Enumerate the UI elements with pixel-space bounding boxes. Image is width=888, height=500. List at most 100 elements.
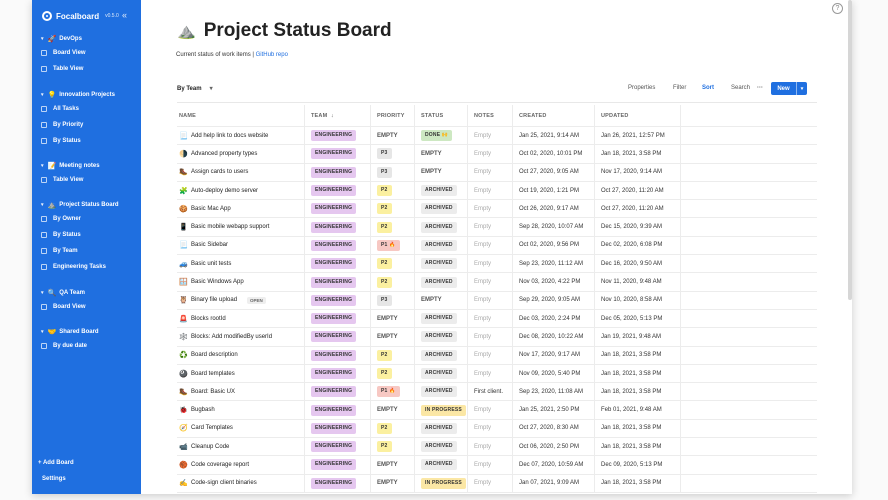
table-row[interactable]: 🧩 Auto-deploy demo server ENGINEERING P2 ARC…	[177, 181, 817, 201]
cell-status[interactable]: ARCHIVED	[415, 181, 468, 200]
table-row[interactable]: 📱 Basic mobile webapp support ENGINEERING P…	[177, 218, 817, 237]
cell-team[interactable]: ENGINEERING	[305, 383, 371, 401]
chevron-down-icon[interactable]: ▾	[41, 290, 44, 296]
cell-team[interactable]: ENGINEERING	[305, 127, 371, 145]
header-priority[interactable]: PRIORITY	[371, 105, 415, 126]
cell-status[interactable]: ARCHIVED	[415, 456, 468, 474]
sidebar-view-item[interactable]: Table View	[32, 61, 141, 77]
table-row[interactable]: 🕸️ Blocks: Add modifiedBy userId ENGINEERI…	[177, 328, 817, 347]
chevron-down-icon[interactable]: ▾	[41, 329, 44, 335]
cell-status[interactable]: ARCHIVED	[415, 328, 468, 346]
cell-notes[interactable]: Empty	[468, 291, 513, 309]
cell-status[interactable]: ARCHIVED	[415, 419, 468, 438]
header-status[interactable]: STATUS	[415, 105, 468, 126]
cell-status[interactable]: ARCHIVED	[415, 438, 468, 456]
cell-notes[interactable]: Empty	[468, 255, 513, 273]
cell-notes[interactable]: Empty	[468, 419, 513, 438]
cell-name[interactable]: 📃 Basic Sidebar	[177, 236, 305, 255]
cell-priority[interactable]: P2	[371, 255, 415, 273]
table-row[interactable]: ✍️ Code-sign client binaries ENGINEERING EM…	[177, 474, 817, 493]
cell-name[interactable]: 🦉 Binary file upload OPEN	[177, 291, 305, 309]
sidebar-board-title[interactable]: ▾ ⛰️ Project Status Board	[32, 199, 141, 211]
cell-priority[interactable]: P2	[371, 200, 415, 218]
github-repo-link[interactable]: GitHub repo	[256, 52, 288, 58]
chevron-down-icon[interactable]: ▾	[41, 163, 44, 169]
scrollbar[interactable]	[848, 0, 852, 300]
cell-team[interactable]: ENGINEERING	[305, 291, 371, 309]
cell-name[interactable]: 📃 Add help link to docs website	[177, 127, 305, 145]
sidebar-view-item[interactable]: By Status	[32, 133, 141, 149]
cell-team[interactable]: ENGINEERING	[305, 438, 371, 456]
sidebar-view-item[interactable]: By Priority	[32, 117, 141, 133]
cell-name[interactable]: 🏀 Code coverage report	[177, 456, 305, 474]
filter-button[interactable]: Filter	[673, 85, 686, 91]
cell-notes[interactable]: Empty	[468, 309, 513, 328]
board-description[interactable]: Current status of work items | GitHub re…	[176, 52, 288, 58]
cell-notes[interactable]: Empty	[468, 346, 513, 364]
table-row[interactable]: 🧭 Card Templates ENGINEERING P2 ARCHIVED Empt…	[177, 419, 817, 439]
cell-notes[interactable]: Empty	[468, 364, 513, 383]
table-row[interactable]: 🚙 Basic unit tests ENGINEERING P2 ARCHIVED Em…	[177, 255, 817, 274]
cell-name[interactable]: 🪟 Basic Windows App	[177, 273, 305, 291]
cell-status[interactable]: ARCHIVED	[415, 383, 468, 401]
cell-team[interactable]: ENGINEERING	[305, 364, 371, 383]
header-created[interactable]: CREATED	[513, 105, 595, 126]
cell-notes[interactable]: Empty	[468, 438, 513, 456]
cell-name[interactable]: 🧩 Auto-deploy demo server	[177, 181, 305, 200]
table-row[interactable]: 🐞 Bugbash ENGINEERING EMPTY IN PROGRESS Empty…	[177, 401, 817, 420]
cell-notes[interactable]: Empty	[468, 328, 513, 346]
cell-notes[interactable]: Empty	[468, 145, 513, 163]
sidebar-view-item[interactable]: Board View	[32, 45, 141, 61]
cell-team[interactable]: ENGINEERING	[305, 218, 371, 236]
cell-notes[interactable]: Empty	[468, 127, 513, 145]
cell-team[interactable]: ENGINEERING	[305, 309, 371, 328]
cell-team[interactable]: ENGINEERING	[305, 419, 371, 438]
collapse-sidebar-icon[interactable]: «	[122, 10, 127, 20]
sidebar-view-item[interactable]: By Owner	[32, 211, 141, 227]
cell-priority[interactable]: P3	[371, 145, 415, 163]
table-row[interactable]: 🪟 Basic Windows App ENGINEERING P2 ARCHIVED E…	[177, 273, 817, 292]
cell-status[interactable]: IN PROGRESS	[415, 474, 468, 492]
table-row[interactable]: 📃 Add help link to docs website ENGINEERIN…	[177, 127, 817, 146]
cell-priority[interactable]: EMPTY	[371, 309, 415, 328]
sidebar-view-item[interactable]: By Team	[32, 243, 141, 259]
cell-team[interactable]: ENGINEERING	[305, 474, 371, 492]
sidebar-view-item[interactable]: All Tasks	[32, 101, 141, 117]
brand[interactable]: Focalboard v0.5.0	[42, 9, 119, 23]
header-updated[interactable]: UPDATED	[595, 105, 681, 126]
cell-status[interactable]: ARCHIVED	[415, 200, 468, 218]
cell-notes[interactable]: Empty	[468, 218, 513, 236]
cell-priority[interactable]: EMPTY	[371, 127, 415, 145]
table-row[interactable]: 🌗 Advanced property types ENGINEERING P3 EMP…	[177, 145, 817, 164]
cell-notes[interactable]: Empty	[468, 474, 513, 492]
cell-name[interactable]: 🍪 Basic Mac App	[177, 200, 305, 218]
sidebar-board-title[interactable]: ▾ 📝 Meeting notes	[32, 160, 141, 172]
settings-button[interactable]: Settings	[42, 476, 66, 482]
cell-name[interactable]: 🌗 Advanced property types	[177, 145, 305, 163]
cell-team[interactable]: ENGINEERING	[305, 163, 371, 181]
cell-status[interactable]: ARCHIVED	[415, 364, 468, 383]
cell-name[interactable]: ✍️ Code-sign client binaries	[177, 474, 305, 492]
cell-priority[interactable]: P2	[371, 181, 415, 200]
sidebar-view-item[interactable]: Board View	[32, 299, 141, 315]
table-row[interactable]: 🥾 Board: Basic UX ENGINEERING P1 🔥 ARCHIVED F…	[177, 383, 817, 402]
sidebar-board-title[interactable]: ▾ 🤝 Shared Board	[32, 326, 141, 338]
table-row[interactable]: 🎱 Board templates ENGINEERING P2 ARCHIVED Emp…	[177, 364, 817, 384]
header-notes[interactable]: NOTES	[468, 105, 513, 126]
cell-priority[interactable]: P2	[371, 364, 415, 383]
sidebar-board-title[interactable]: ▾ 🚀 DevOps	[32, 33, 141, 45]
cell-priority[interactable]: P2	[371, 438, 415, 456]
cell-team[interactable]: ENGINEERING	[305, 255, 371, 273]
cell-priority[interactable]: EMPTY	[371, 328, 415, 346]
cell-priority[interactable]: P3	[371, 291, 415, 309]
cell-notes[interactable]: Empty	[468, 236, 513, 255]
sort-button[interactable]: Sort	[702, 85, 714, 91]
sidebar-view-item[interactable]: By due date	[32, 338, 141, 354]
sidebar-board-title[interactable]: ▾ 🔍 QA Team	[32, 287, 141, 299]
cell-notes[interactable]: Empty	[468, 181, 513, 200]
cell-name[interactable]: ♻️ Board description	[177, 346, 305, 364]
cell-team[interactable]: ENGINEERING	[305, 145, 371, 163]
cell-name[interactable]: 🧭 Card Templates	[177, 419, 305, 438]
add-board-button[interactable]: + Add Board	[38, 460, 74, 466]
cell-notes[interactable]: Empty	[468, 401, 513, 419]
